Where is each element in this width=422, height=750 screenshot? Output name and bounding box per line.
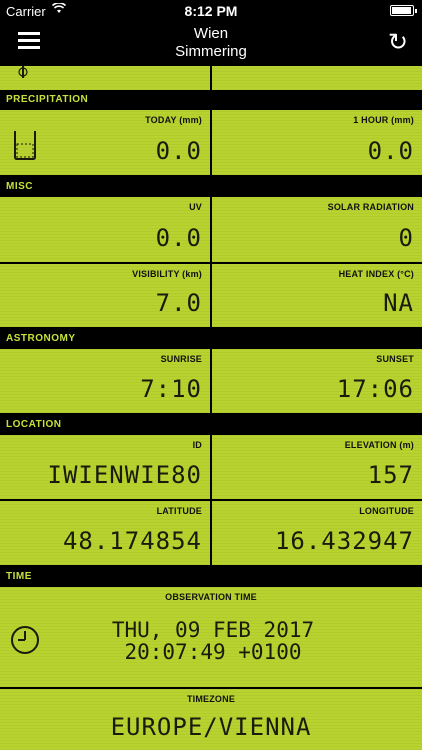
latitude-cell: LATITUDE 48.174854 — [0, 501, 210, 565]
page-title: Wien Simmering — [0, 25, 422, 61]
cutoff-cell-right — [212, 66, 422, 90]
heat-index-cell: HEAT INDEX (°C) NA — [212, 264, 422, 327]
heat-index-label: HEAT INDEX (°C) — [338, 269, 414, 279]
sunrise-cell: SUNRISE 7:10 — [0, 349, 210, 413]
cutoff-cell-left — [0, 66, 210, 90]
precip-hour-cell: 1 HOUR (mm) 0.0 — [212, 110, 422, 175]
visibility-value: 7.0 — [155, 289, 202, 317]
status-bar: Carrier 8:12 PM — [0, 0, 422, 22]
station-id-cell: ID IWIENWIE80 — [0, 435, 210, 499]
section-header-time: TIME — [0, 567, 422, 587]
precip-today-cell: TODAY (mm) 0.0 — [0, 110, 210, 175]
section-header-precipitation: PRECIPITATION — [0, 90, 422, 110]
section-header-location: LOCATION — [0, 415, 422, 435]
wind-vane-icon — [18, 66, 28, 78]
station-id-label: ID — [192, 440, 202, 450]
precip-today-value: 0.0 — [155, 137, 202, 165]
observation-time-cell: OBSERVATION TIME THU, 09 FEB 2017 20:07:… — [0, 587, 422, 687]
precip-today-label: TODAY (mm) — [145, 115, 202, 125]
solar-value: 0 — [398, 224, 414, 252]
section-title-astronomy: ASTRONOMY — [6, 333, 76, 344]
timezone-value: EUROPE/VIENNA — [110, 713, 312, 741]
heat-index-value: NA — [383, 289, 414, 317]
title-city: Wien — [193, 25, 229, 42]
sunset-value: 17:06 — [336, 375, 414, 403]
longitude-cell: LONGITUDE 16.432947 — [212, 501, 422, 565]
observation-date: THU, 09 FEB 2017 — [111, 618, 315, 642]
section-title-location: LOCATION — [6, 419, 62, 430]
sunrise-label: SUNRISE — [160, 354, 202, 364]
uv-label: UV — [189, 202, 202, 212]
precip-hour-value: 0.0 — [367, 137, 414, 165]
sunset-label: SUNSET — [376, 354, 414, 364]
uv-value: 0.0 — [155, 224, 202, 252]
station-id-value: IWIENWIE80 — [47, 461, 202, 489]
section-header-misc: MISC — [0, 177, 422, 197]
section-title-time: TIME — [6, 571, 32, 582]
elevation-label: ELEVATION (m) — [344, 440, 414, 450]
navigation-bar: Wien Simmering ↻ — [0, 22, 422, 66]
section-title-misc: MISC — [6, 181, 33, 192]
section-header-astronomy: ASTRONOMY — [0, 329, 422, 349]
latitude-label: LATITUDE — [156, 506, 202, 516]
section-title-precipitation: PRECIPITATION — [6, 94, 89, 105]
refresh-icon[interactable]: ↻ — [388, 28, 408, 57]
longitude-label: LONGITUDE — [359, 506, 414, 516]
visibility-cell: VISIBILITY (km) 7.0 — [0, 264, 210, 327]
sunrise-value: 7:10 — [140, 375, 202, 403]
latitude-value: 48.174854 — [62, 527, 202, 555]
timezone-cell: TIMEZONE EUROPE/VIENNA — [0, 689, 422, 750]
sunset-cell: SUNSET 17:06 — [212, 349, 422, 413]
solar-label: SOLAR RADIATION — [327, 202, 414, 212]
battery-icon — [390, 5, 417, 16]
elevation-value: 157 — [367, 461, 414, 489]
title-district: Simmering — [175, 43, 247, 60]
visibility-label: VISIBILITY (km) — [132, 269, 202, 279]
elevation-cell: ELEVATION (m) 157 — [212, 435, 422, 499]
weather-content[interactable]: PRECIPITATION TODAY (mm) 0.0 1 HOUR (mm)… — [0, 66, 422, 750]
clock-icon — [11, 626, 39, 654]
timezone-label: TIMEZONE — [186, 694, 236, 704]
observation-clock: 20:07:49 +0100 — [124, 640, 302, 664]
longitude-value: 16.432947 — [274, 527, 414, 555]
observation-time-label: OBSERVATION TIME — [165, 592, 257, 602]
status-time: 8:12 PM — [184, 3, 238, 19]
solar-cell: SOLAR RADIATION 0 — [212, 197, 422, 262]
precip-hour-label: 1 HOUR (mm) — [353, 115, 414, 125]
beaker-icon — [14, 131, 36, 160]
uv-cell: UV 0.0 — [0, 197, 210, 262]
